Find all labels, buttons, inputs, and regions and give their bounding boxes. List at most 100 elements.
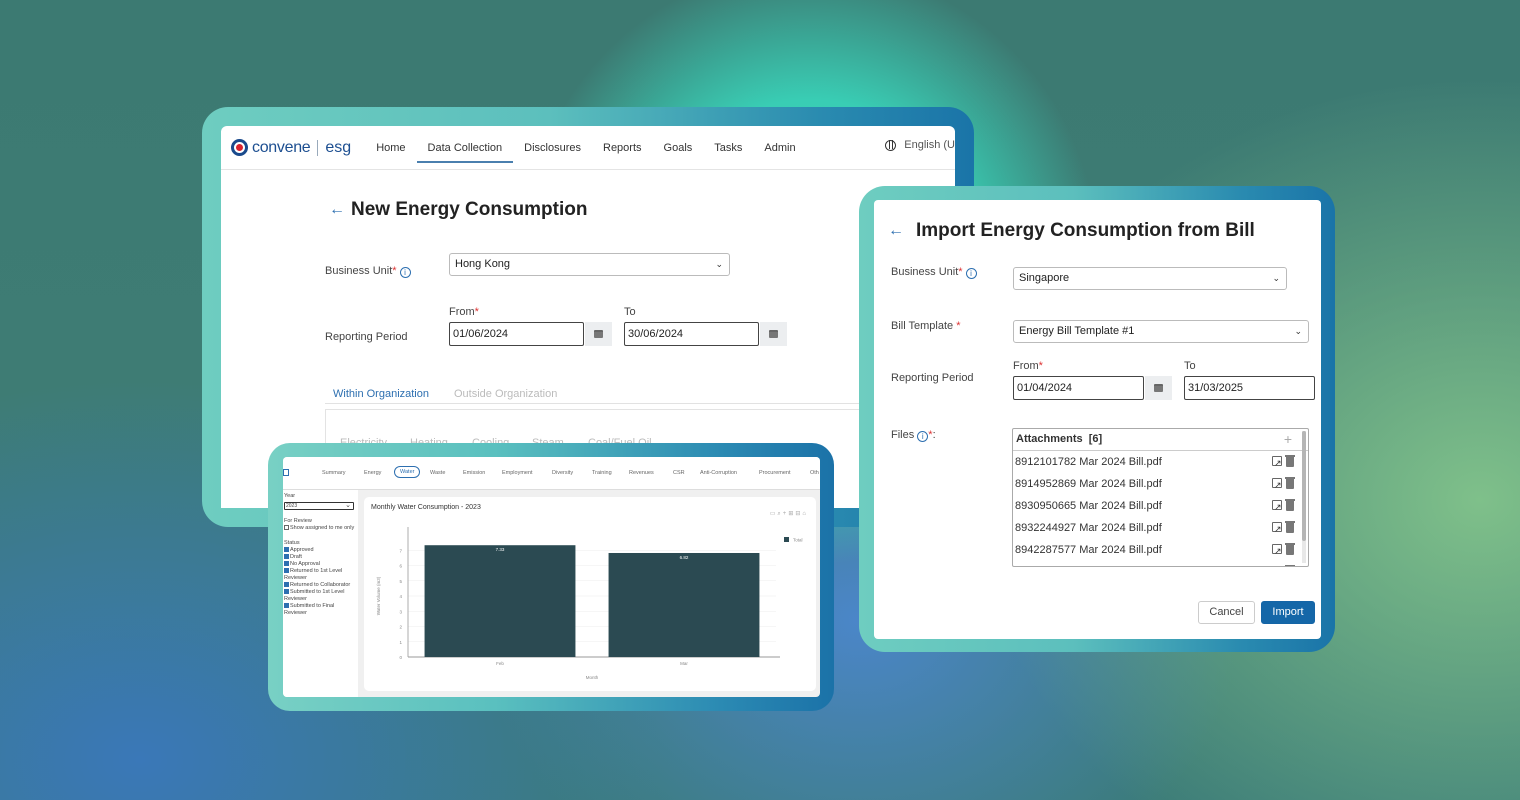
scrollbar-thumb[interactable] xyxy=(1302,431,1306,541)
tab-emission[interactable]: Emission xyxy=(463,470,485,476)
trash-icon[interactable] xyxy=(1285,543,1295,555)
info-icon[interactable]: i xyxy=(917,431,929,442)
dlg-business-unit-select[interactable]: Singapore ⌄ xyxy=(1013,267,1287,290)
open-external-icon[interactable] xyxy=(1272,540,1282,562)
trash-icon[interactable] xyxy=(1285,521,1295,533)
open-external-icon[interactable] xyxy=(1272,474,1282,496)
back-arrow-icon[interactable]: ← xyxy=(888,222,904,240)
attachment-filename[interactable]: 8914952869 Mar 2024 Bill.pdf xyxy=(1015,478,1162,490)
to-label: To xyxy=(624,306,636,318)
to-date-input[interactable]: 30/06/2024 xyxy=(624,322,759,346)
dlg-business-unit-label-text: Business Unit xyxy=(891,266,959,278)
logo-product: esg xyxy=(325,138,352,156)
from-date-input[interactable]: 01/06/2024 xyxy=(449,322,584,346)
business-unit-label: Business Unit* i xyxy=(325,265,411,278)
business-unit-select[interactable]: Hong Kong ⌄ xyxy=(449,253,730,276)
tab-energy[interactable]: Energy xyxy=(364,470,381,476)
required-marker: * xyxy=(928,429,933,441)
tab-within-organization[interactable]: Within Organization xyxy=(333,388,429,400)
nav-admin[interactable]: Admin xyxy=(753,134,806,162)
status-checkbox[interactable]: Returned to 1st Level Reviewer xyxy=(284,568,358,582)
open-external-icon[interactable] xyxy=(1272,518,1282,540)
logo-divider xyxy=(317,139,319,156)
tab-waste[interactable]: Waste xyxy=(430,470,445,476)
status-checkbox[interactable]: Submitted to 1st Level Reviewer xyxy=(284,589,358,603)
tab-water[interactable]: Water xyxy=(394,466,421,478)
dlg-to-date-input[interactable]: 31/03/2025 xyxy=(1184,376,1315,400)
business-unit-value: Hong Kong xyxy=(455,258,511,270)
checkbox-icon xyxy=(284,525,289,530)
status-checkbox[interactable]: Draft xyxy=(284,554,358,561)
checkbox-checked-icon xyxy=(284,582,289,587)
checkbox-checked-icon xyxy=(284,547,289,552)
nav-tasks[interactable]: Tasks xyxy=(703,134,753,162)
attachment-filename[interactable]: 8930950665 Mar 2024 Bill.pdf xyxy=(1015,500,1162,512)
from-calendar-button[interactable] xyxy=(585,322,612,346)
info-icon[interactable]: i xyxy=(965,268,977,279)
status-option-label: Returned to Collaborator xyxy=(290,582,351,588)
tab-csr[interactable]: CSR xyxy=(673,470,685,476)
attachment-filename[interactable]: 8932244927 Mar 2024 Bill.pdf xyxy=(1015,522,1162,534)
tab-training[interactable]: Training xyxy=(592,470,612,476)
status-option-label: Returned to 1st Level Reviewer xyxy=(284,568,343,581)
to-calendar-button[interactable] xyxy=(760,322,787,346)
tab-anti-corruption[interactable]: Anti-Corruption xyxy=(700,470,737,476)
trash-icon[interactable] xyxy=(1285,477,1295,489)
chart-toolbar[interactable]: ▭⌕+⊞⊟⌂ xyxy=(770,510,808,518)
status-checkbox[interactable]: Approved xyxy=(284,547,358,554)
year-select[interactable]: 2023 ⌄ xyxy=(284,502,354,510)
y-tick-label: 0 xyxy=(399,655,402,660)
reset-icon[interactable]: ⌂ xyxy=(802,511,808,517)
show-assigned-checkbox[interactable]: Show assigned to me only xyxy=(284,525,358,532)
status-list: Approved Draft No Approval Returned to 1st … xyxy=(284,547,358,617)
nav-data-collection[interactable]: Data Collection xyxy=(416,134,514,163)
info-icon[interactable]: i xyxy=(399,267,411,278)
attachment-filename[interactable]: 8912101782 Mar 2024 Bill.pdf xyxy=(1015,456,1162,468)
status-checkbox[interactable]: No Approval xyxy=(284,561,358,568)
nav-reports[interactable]: Reports xyxy=(592,134,653,162)
scrollbar[interactable] xyxy=(1302,431,1306,563)
tab-diversity[interactable]: Diversity xyxy=(552,470,573,476)
status-option-label: Submitted to Final Reviewer xyxy=(284,603,335,616)
tab-procurement[interactable]: Procurement xyxy=(759,470,791,476)
status-checkbox[interactable]: Returned to Collaborator xyxy=(284,582,358,589)
language-selector[interactable]: English (U xyxy=(885,139,955,151)
tab-summary[interactable]: Summary xyxy=(322,470,346,476)
attachments-count: [6] xyxy=(1088,433,1103,445)
dlg-from-date-input[interactable]: 01/04/2024 xyxy=(1013,376,1144,400)
trash-icon[interactable] xyxy=(1285,499,1295,511)
dlg-from-label-text: From xyxy=(1013,360,1039,372)
status-option-label: No Approval xyxy=(290,561,320,567)
nav-disclosures[interactable]: Disclosures xyxy=(513,134,592,162)
bill-template-select[interactable]: Energy Bill Template #1 ⌄ xyxy=(1013,320,1309,343)
import-button[interactable]: Import xyxy=(1261,601,1315,624)
from-label: From* xyxy=(449,306,479,318)
dialog-title-text: Import Energy Consumption from Bill xyxy=(916,220,1255,241)
bill-template-value: Energy Bill Template #1 xyxy=(1019,325,1135,337)
status-option-label: Approved xyxy=(290,547,314,553)
chart-title: Monthly Water Consumption - 2023 xyxy=(371,504,481,511)
status-checkbox[interactable]: Submitted to Final Reviewer xyxy=(284,603,358,617)
open-external-icon[interactable] xyxy=(1272,452,1282,474)
logo[interactable]: convene esg xyxy=(231,139,351,157)
required-marker: * xyxy=(392,265,397,277)
back-arrow-icon[interactable]: ← xyxy=(329,201,345,219)
y-tick-label: 2 xyxy=(399,625,402,630)
tab-other[interactable]: Oth xyxy=(810,470,819,476)
open-external-icon[interactable] xyxy=(1274,562,1282,566)
tab-revenues[interactable]: Revenues xyxy=(629,470,654,476)
add-attachment-icon[interactable]: + xyxy=(1284,429,1292,449)
trash-icon[interactable] xyxy=(1285,455,1295,467)
calendar-icon xyxy=(594,330,603,338)
open-external-icon[interactable] xyxy=(1272,496,1282,518)
tab-employment[interactable]: Employment xyxy=(502,470,533,476)
for-review-label: For Review xyxy=(284,518,312,524)
dlg-from-calendar-button[interactable] xyxy=(1145,376,1172,400)
tab-outside-organization[interactable]: Outside Organization xyxy=(454,388,557,400)
legend-label: Total xyxy=(793,538,803,543)
nav-home[interactable]: Home xyxy=(365,134,416,162)
nav-goals[interactable]: Goals xyxy=(653,134,704,162)
attachment-filename[interactable]: 8942287577 Mar 2024 Bill.pdf xyxy=(1015,544,1162,556)
cancel-button[interactable]: Cancel xyxy=(1198,601,1255,624)
sidebar-toggle-icon[interactable] xyxy=(283,469,289,476)
